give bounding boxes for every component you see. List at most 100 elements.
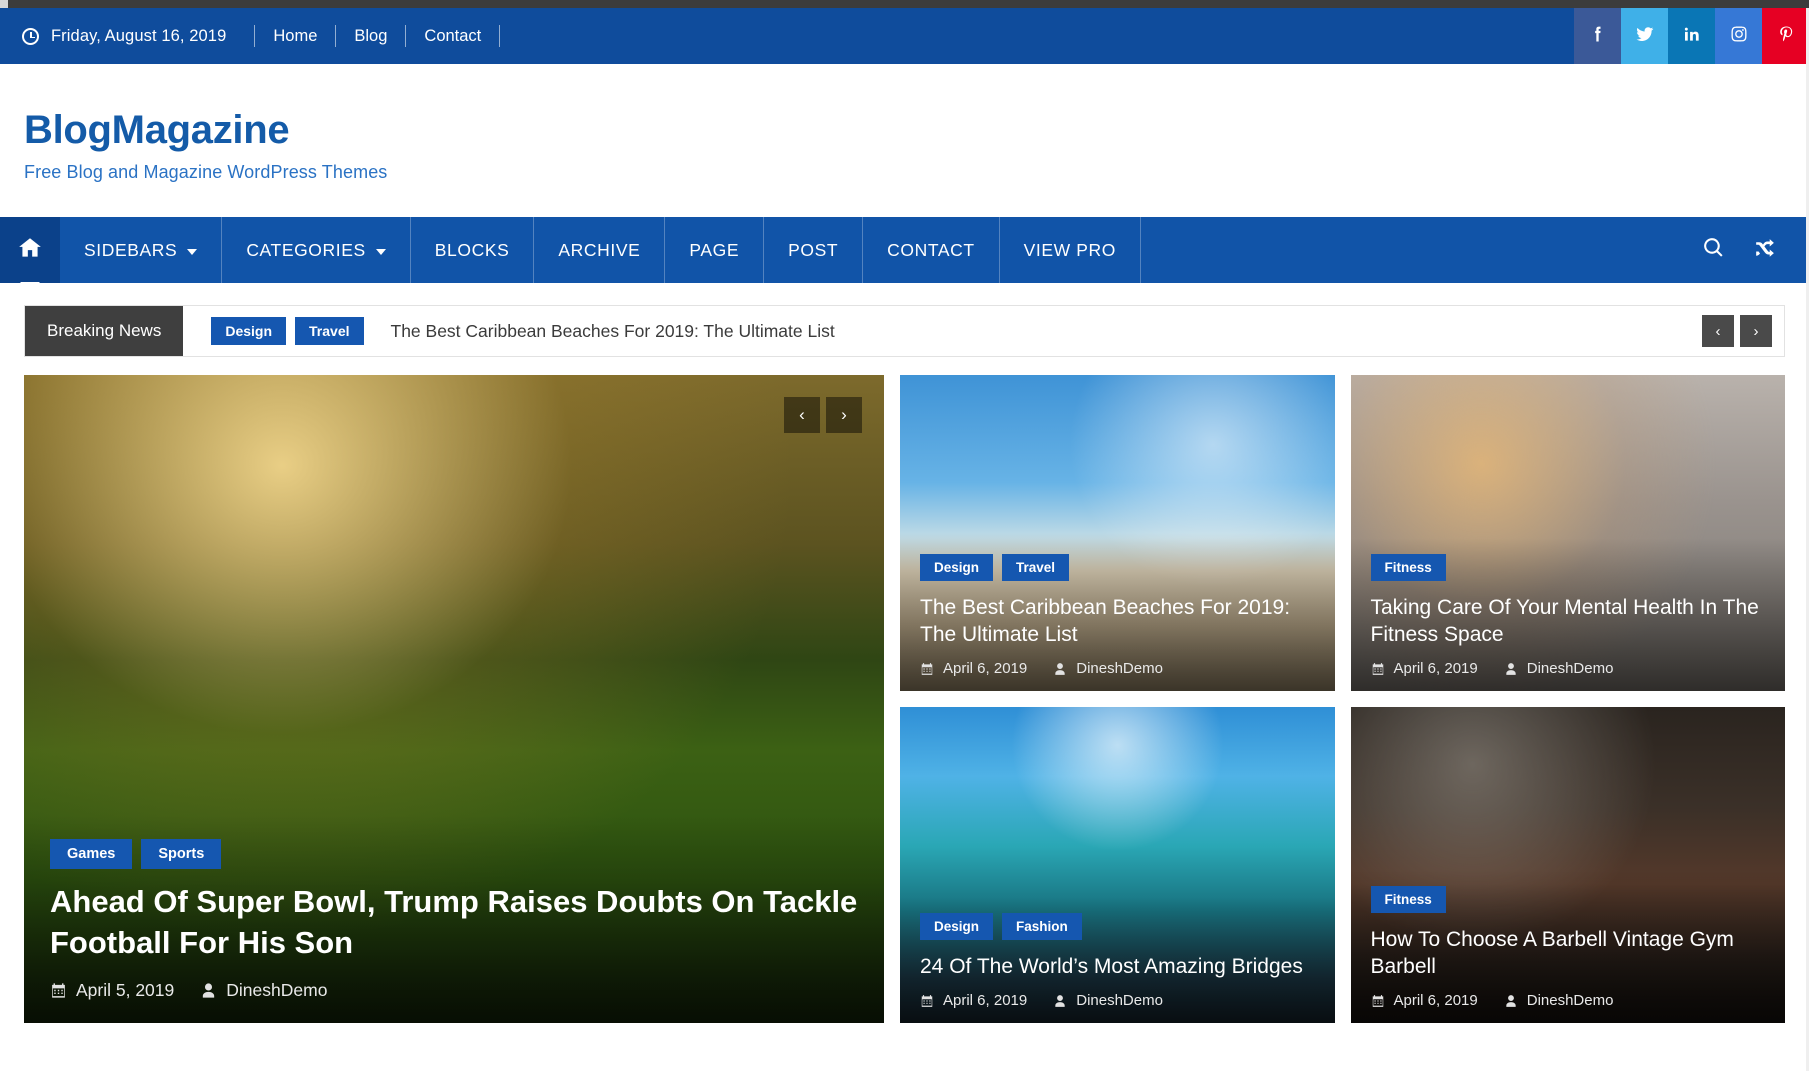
shuffle-icon[interactable] bbox=[1752, 235, 1777, 265]
featured-main-card[interactable]: ‹ › Games Sports Ahead Of Super Bowl, Tr… bbox=[24, 375, 884, 1023]
site-tagline: Free Blog and Magazine WordPress Themes bbox=[24, 162, 388, 182]
calendar-icon bbox=[920, 662, 934, 676]
card-meta: April 6, 2019 DineshDemo bbox=[920, 660, 1315, 677]
breaking-news-controls: ‹ › bbox=[1702, 306, 1784, 356]
linkedin-icon bbox=[1682, 24, 1702, 49]
card-title[interactable]: Taking Care Of Your Mental Health In The… bbox=[1371, 594, 1766, 649]
tag-fitness[interactable]: Fitness bbox=[1370, 553, 1446, 581]
calendar-icon bbox=[1371, 662, 1385, 676]
featured-main-meta: April 5, 2019 DineshDemo bbox=[50, 980, 858, 1001]
breaking-news-headline[interactable]: The Best Caribbean Beaches For 2019: The… bbox=[391, 321, 835, 342]
social-link-facebook[interactable] bbox=[1574, 8, 1621, 64]
nav-item-page[interactable]: PAGE bbox=[665, 217, 765, 283]
social-link-twitter[interactable] bbox=[1621, 8, 1668, 64]
featured-card-mental-health[interactable]: Fitness Taking Care Of Your Mental Healt… bbox=[1350, 375, 1785, 691]
featured-main-date-text: April 5, 2019 bbox=[76, 980, 175, 1000]
breaking-news-next-button[interactable]: › bbox=[1740, 315, 1772, 347]
featured-card-bridges[interactable]: Design Fashion 24 Of The World’s Most Am… bbox=[900, 707, 1335, 1023]
card-overlay: Fitness How To Choose A Barbell Vintage … bbox=[1350, 869, 1785, 1023]
tag-fashion[interactable]: Fashion bbox=[1002, 913, 1082, 941]
nav-item-contact[interactable]: CONTACT bbox=[863, 217, 1000, 283]
breaking-news-bar: Breaking News Design Travel The Best Car… bbox=[24, 305, 1785, 357]
user-icon bbox=[1053, 994, 1067, 1008]
card-title[interactable]: The Best Caribbean Beaches For 2019: The… bbox=[920, 594, 1315, 649]
site-title[interactable]: BlogMagazine bbox=[24, 108, 1809, 152]
card-meta: April 6, 2019 DineshDemo bbox=[920, 992, 1315, 1009]
featured-slider-next-button[interactable]: › bbox=[826, 397, 862, 433]
card-date-text: April 6, 2019 bbox=[1393, 660, 1478, 677]
card-meta: April 6, 2019 DineshDemo bbox=[1371, 660, 1766, 677]
nav-item-post[interactable]: POST bbox=[764, 217, 864, 283]
site-branding: BlogMagazine Free Blog and Magazine Word… bbox=[0, 64, 1809, 217]
social-link-instagram[interactable] bbox=[1715, 8, 1762, 64]
card-meta: April 6, 2019 DineshDemo bbox=[1371, 992, 1766, 1009]
card-author: DineshDemo bbox=[1504, 660, 1614, 677]
breaking-news-tag-travel[interactable]: Travel bbox=[295, 317, 364, 345]
browser-chrome-strip bbox=[0, 0, 1809, 8]
card-date: April 6, 2019 bbox=[920, 992, 1027, 1009]
user-icon bbox=[200, 982, 217, 999]
card-author: DineshDemo bbox=[1504, 992, 1614, 1009]
nav-item-sidebars[interactable]: SIDEBARS bbox=[60, 217, 223, 283]
featured-side-column-1: Design Travel The Best Caribbean Beaches… bbox=[900, 375, 1335, 1023]
card-title[interactable]: How To Choose A Barbell Vintage Gym Barb… bbox=[1371, 926, 1766, 981]
featured-slider-prev-button[interactable]: ‹ bbox=[784, 397, 820, 433]
chevron-down-icon bbox=[375, 248, 386, 255]
user-icon bbox=[1053, 662, 1067, 676]
nav-item-view-pro[interactable]: VIEW PRO bbox=[1000, 217, 1141, 283]
card-date-text: April 6, 2019 bbox=[943, 992, 1028, 1009]
tag-fitness[interactable]: Fitness bbox=[1370, 885, 1446, 913]
instagram-icon bbox=[1729, 24, 1749, 49]
clock-icon bbox=[22, 27, 39, 45]
tag-travel[interactable]: Travel bbox=[1002, 553, 1070, 581]
nav-item-home[interactable] bbox=[0, 217, 60, 283]
card-date: April 6, 2019 bbox=[1371, 992, 1478, 1009]
social-link-pinterest[interactable] bbox=[1762, 8, 1809, 64]
featured-main-column: ‹ › Games Sports Ahead Of Super Bowl, Tr… bbox=[24, 375, 884, 1023]
featured-main-author-text: DineshDemo bbox=[226, 980, 328, 1000]
user-icon bbox=[1504, 662, 1518, 676]
card-overlay: Design Travel The Best Caribbean Beaches… bbox=[900, 537, 1335, 691]
nav-item-categories-label: CATEGORIES bbox=[246, 239, 366, 260]
chrome-corner bbox=[0, 0, 8, 8]
social-links bbox=[1574, 8, 1809, 64]
breaking-news-content: Design Travel The Best Caribbean Beaches… bbox=[183, 306, 1702, 356]
featured-main-author: DineshDemo bbox=[200, 980, 327, 1001]
nav-item-archive[interactable]: ARCHIVE bbox=[534, 217, 666, 283]
nav-item-categories[interactable]: CATEGORIES bbox=[222, 217, 411, 283]
top-nav-item-contact[interactable]: Contact bbox=[406, 25, 501, 47]
search-icon[interactable] bbox=[1701, 235, 1726, 265]
featured-main-title[interactable]: Ahead Of Super Bowl, Trump Raises Doubts… bbox=[50, 882, 858, 964]
chevron-down-icon bbox=[187, 248, 198, 255]
social-link-linkedin[interactable] bbox=[1668, 8, 1715, 64]
tag-sports[interactable]: Sports bbox=[141, 839, 222, 870]
featured-main-date: April 5, 2019 bbox=[50, 980, 174, 1001]
top-nav-item-blog[interactable]: Blog bbox=[336, 25, 407, 47]
breaking-news-tag-design[interactable]: Design bbox=[211, 317, 287, 345]
twitter-icon bbox=[1635, 24, 1655, 49]
nav-item-blocks[interactable]: BLOCKS bbox=[411, 217, 535, 283]
current-date: Friday, August 16, 2019 bbox=[51, 26, 227, 45]
home-icon bbox=[17, 235, 43, 266]
breaking-news-prev-button[interactable]: ‹ bbox=[1702, 315, 1734, 347]
card-title[interactable]: 24 Of The World’s Most Amazing Bridges bbox=[920, 953, 1315, 981]
pinterest-icon bbox=[1776, 24, 1796, 49]
tag-games[interactable]: Games bbox=[50, 839, 133, 870]
card-tags: Fitness bbox=[1370, 553, 1766, 581]
card-tags: Design Fashion bbox=[920, 913, 1315, 941]
featured-card-barbell[interactable]: Fitness How To Choose A Barbell Vintage … bbox=[1350, 707, 1785, 1023]
main-navigation: SIDEBARS CATEGORIES BLOCKS ARCHIVE PAGE … bbox=[0, 217, 1809, 283]
card-author-text: DineshDemo bbox=[1526, 992, 1614, 1009]
tag-design[interactable]: Design bbox=[920, 553, 994, 581]
featured-card-beaches[interactable]: Design Travel The Best Caribbean Beaches… bbox=[900, 375, 1335, 691]
tag-design[interactable]: Design bbox=[920, 913, 994, 941]
calendar-icon bbox=[920, 994, 934, 1008]
top-nav-item-home[interactable]: Home bbox=[254, 25, 337, 47]
page-root: Friday, August 16, 2019 Home Blog Contac… bbox=[0, 0, 1809, 1071]
user-icon bbox=[1504, 994, 1518, 1008]
featured-grid: ‹ › Games Sports Ahead Of Super Bowl, Tr… bbox=[0, 357, 1809, 1023]
breaking-news-label: Breaking News bbox=[25, 306, 184, 356]
card-author-text: DineshDemo bbox=[1526, 660, 1614, 677]
featured-main-overlay: Games Sports Ahead Of Super Bowl, Trump … bbox=[24, 815, 884, 1023]
card-date: April 6, 2019 bbox=[920, 660, 1027, 677]
